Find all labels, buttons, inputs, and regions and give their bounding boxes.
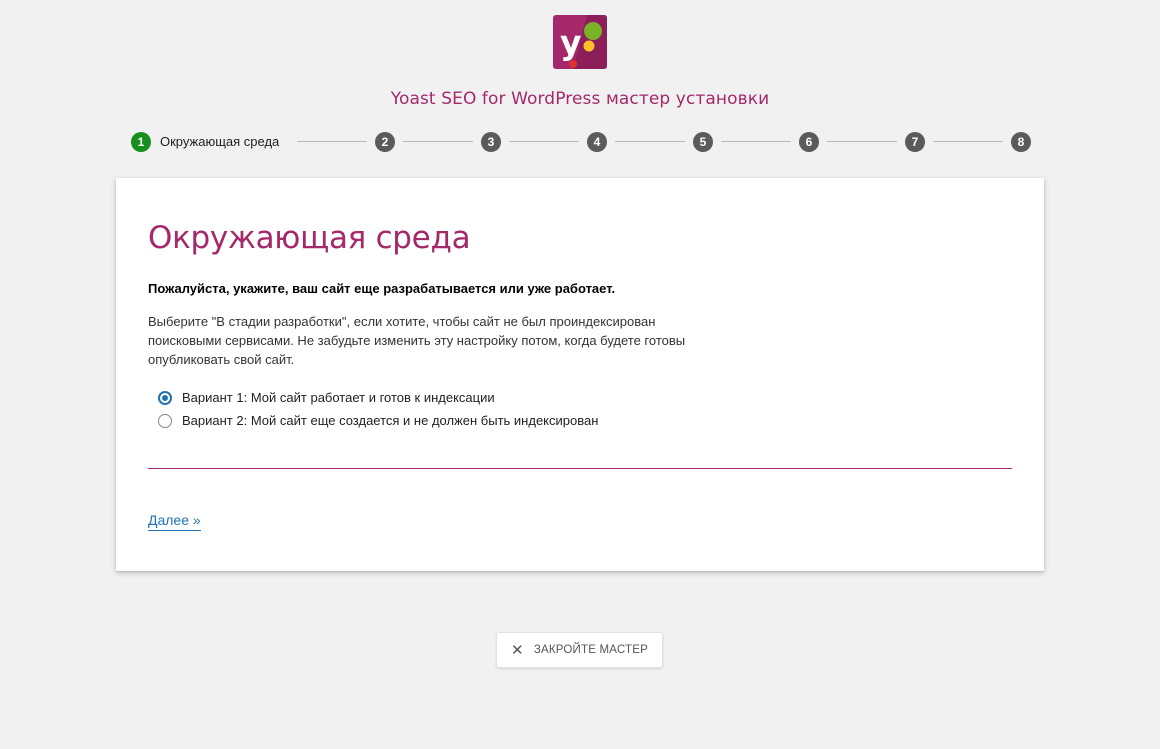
step-4[interactable]: 4 — [587, 132, 607, 152]
step-connector — [615, 141, 685, 142]
close-icon: ✕ — [511, 641, 524, 659]
progress-stepper: 1 Окружающая среда 2 3 4 5 6 7 8 — [131, 132, 1031, 152]
option-live-site[interactable]: Вариант 1: Мой сайт работает и готов к и… — [158, 386, 598, 409]
step-connector — [933, 141, 1003, 142]
step-1-label: Окружающая среда — [160, 134, 280, 149]
step-1[interactable]: 1 — [131, 132, 151, 152]
step-heading: Окружающая среда — [148, 220, 471, 256]
radio-development-site[interactable] — [158, 413, 172, 428]
step-8[interactable]: 8 — [1011, 132, 1031, 152]
radio-live-site[interactable] — [158, 390, 172, 405]
wizard-title: Yoast SEO for WordPress мастер установки — [390, 89, 770, 109]
option-development-site-label[interactable]: Вариант 2: Мой сайт еще создается и не д… — [182, 413, 598, 428]
svg-text:y: y — [560, 23, 582, 62]
step-connector — [297, 141, 367, 142]
environment-options: Вариант 1: Мой сайт работает и готов к и… — [158, 386, 598, 432]
step-3[interactable]: 3 — [481, 132, 501, 152]
environment-question: Пожалуйста, укажите, ваш сайт еще разраб… — [148, 281, 616, 296]
step-2[interactable]: 2 — [375, 132, 395, 152]
next-link[interactable]: Далее » — [148, 512, 201, 531]
step-7[interactable]: 7 — [905, 132, 925, 152]
card-divider — [148, 468, 1012, 469]
step-5[interactable]: 5 — [693, 132, 713, 152]
close-wizard-button[interactable]: ✕ ЗАКРОЙТЕ МАСТЕР — [496, 632, 663, 668]
yoast-logo-icon: y — [553, 15, 607, 69]
option-live-site-label[interactable]: Вариант 1: Мой сайт работает и готов к и… — [182, 390, 495, 405]
option-development-site[interactable]: Вариант 2: Мой сайт еще создается и не д… — [158, 409, 598, 432]
step-connector — [509, 141, 579, 142]
environment-description: Выберите "В стадии разработки", если хот… — [148, 314, 686, 367]
wizard-card: Окружающая среда Пожалуйста, укажите, ва… — [116, 178, 1044, 571]
step-connector — [403, 141, 473, 142]
step-6[interactable]: 6 — [799, 132, 819, 152]
close-wizard-label: ЗАКРОЙТЕ МАСТЕР — [533, 644, 648, 656]
step-connector — [827, 141, 897, 142]
step-connector — [721, 141, 791, 142]
